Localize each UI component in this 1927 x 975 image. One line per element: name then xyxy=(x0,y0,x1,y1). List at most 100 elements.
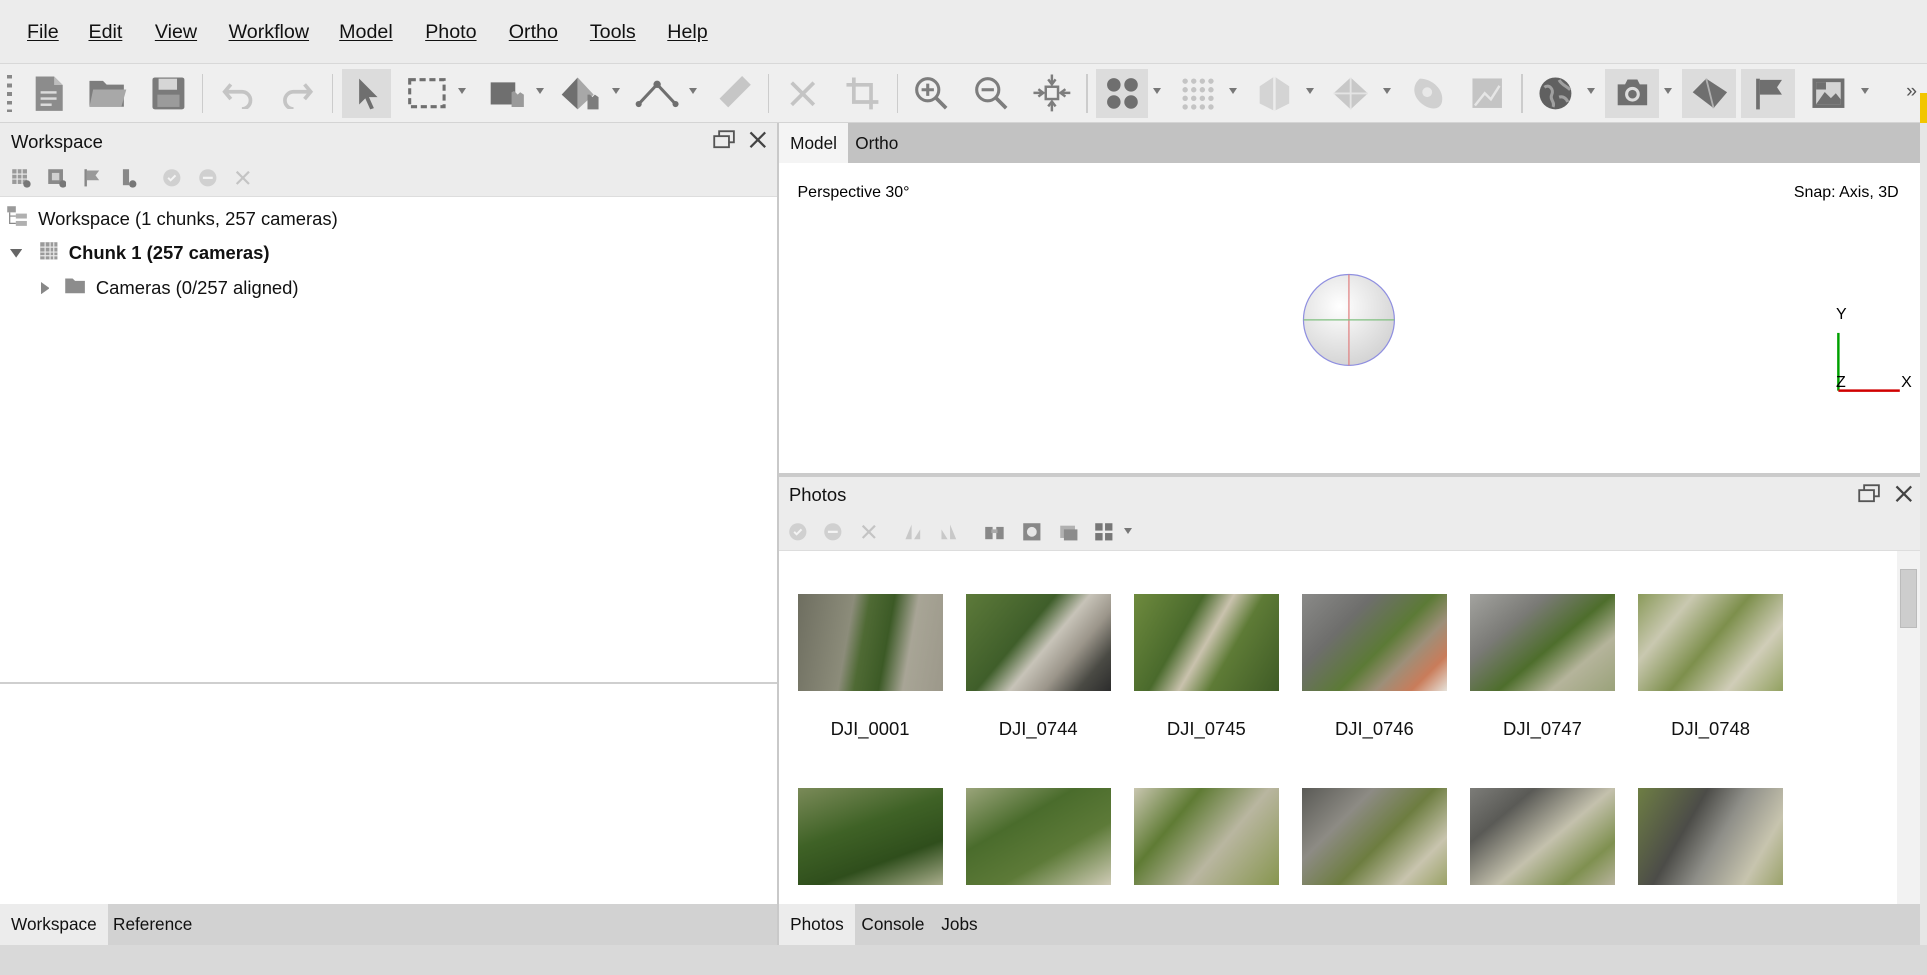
photos-scrollbar[interactable] xyxy=(1897,550,1920,905)
menu-help[interactable]: Help xyxy=(667,21,707,44)
add-scalebar-icon[interactable] xyxy=(118,168,138,188)
tab-ortho[interactable]: Ortho xyxy=(844,123,909,164)
undo-icon[interactable] xyxy=(214,69,263,118)
tree-row-workspace[interactable]: Workspace (1 chunks, 257 cameras) xyxy=(6,205,338,232)
main-toolbar: » xyxy=(0,63,1927,123)
show-markers-icon[interactable] xyxy=(1741,68,1796,118)
paint-selection-icon[interactable] xyxy=(483,69,532,118)
tab-model[interactable]: Model xyxy=(779,122,849,164)
menu-view[interactable]: View xyxy=(155,21,197,44)
photo-thumbnail[interactable] xyxy=(1301,593,1447,691)
photo-thumbnail[interactable] xyxy=(1301,787,1447,885)
select-pointer-icon[interactable] xyxy=(341,68,391,118)
crop-icon[interactable] xyxy=(838,69,887,118)
undock-icon[interactable] xyxy=(713,129,735,151)
photos-toolbar xyxy=(779,513,1920,551)
tab-photos[interactable]: Photos xyxy=(779,904,855,946)
photos-title: Photos xyxy=(788,484,847,506)
close-icon[interactable] xyxy=(1893,483,1915,505)
menu-tools[interactable]: Tools xyxy=(590,21,636,44)
disable-icon[interactable] xyxy=(823,522,843,542)
menu-edit[interactable]: Edit xyxy=(88,21,122,44)
add-chunk-icon[interactable] xyxy=(11,168,31,188)
menu-photo[interactable]: Photo xyxy=(425,21,476,44)
photo-thumbnail[interactable] xyxy=(1638,593,1784,691)
photo-thumbnail[interactable] xyxy=(1133,593,1279,691)
photo-thumbnail[interactable] xyxy=(1469,787,1615,885)
tree-label-chunk: Chunk 1 (257 cameras) xyxy=(68,242,270,264)
view-mode-dropdown-icon[interactable] xyxy=(1124,528,1133,535)
remove-icon[interactable] xyxy=(859,522,879,542)
show-shapes-icon[interactable] xyxy=(1682,68,1737,118)
save-icon[interactable] xyxy=(144,69,193,118)
redo-icon[interactable] xyxy=(273,69,322,118)
trackball[interactable] xyxy=(1301,272,1397,368)
toolbar-grip[interactable] xyxy=(7,74,13,112)
layers-icon[interactable] xyxy=(1059,522,1079,542)
undock-icon[interactable] xyxy=(1858,483,1880,505)
axis-y-label: Y xyxy=(1835,305,1847,323)
show-mesh-icon[interactable] xyxy=(1326,69,1375,118)
model-viewport[interactable]: Perspective 30° Snap: Axis, 3D Y X Z xyxy=(779,163,1920,474)
enable-icon[interactable] xyxy=(162,168,182,188)
delete-icon[interactable] xyxy=(778,69,827,118)
filter-photos-icon[interactable] xyxy=(984,522,1004,542)
zoom-in-icon[interactable] xyxy=(907,69,956,118)
show-points-icon[interactable] xyxy=(1172,69,1221,118)
photo-label: DJI_0745 xyxy=(1166,717,1246,739)
enable-icon[interactable] xyxy=(788,522,808,542)
tab-reference[interactable]: Reference xyxy=(102,904,203,945)
folder-icon xyxy=(64,276,86,299)
show-image-icon[interactable] xyxy=(1804,69,1853,118)
open-folder-icon[interactable] xyxy=(84,69,133,118)
disable-icon[interactable] xyxy=(198,168,218,188)
menu-model[interactable]: Model xyxy=(339,21,393,44)
close-icon[interactable] xyxy=(747,129,769,151)
photo-thumbnail[interactable] xyxy=(797,593,943,691)
rotate-right-icon[interactable] xyxy=(903,522,923,542)
show-dem-icon[interactable] xyxy=(1531,69,1580,118)
expand-arrow-icon[interactable] xyxy=(40,277,50,299)
tab-workspace[interactable]: Workspace xyxy=(0,904,108,946)
rectangle-selection-icon[interactable] xyxy=(402,69,451,118)
add-photos-icon[interactable] xyxy=(47,168,67,188)
photo-thumbnail[interactable] xyxy=(1469,593,1615,691)
scrollbar-thumb[interactable] xyxy=(1899,568,1918,628)
remove-icon[interactable] xyxy=(233,168,253,188)
photo-label: DJI_0747 xyxy=(1503,717,1582,739)
tree-row-cameras[interactable]: Cameras (0/257 aligned) xyxy=(40,276,299,299)
toolbar-overflow-icon[interactable]: » xyxy=(1906,80,1917,103)
menu-file[interactable]: File xyxy=(27,21,59,44)
menu-ortho[interactable]: Ortho xyxy=(509,21,558,44)
zoom-out-icon[interactable] xyxy=(967,69,1016,118)
photo-label: DJI_0001 xyxy=(830,717,910,739)
tree-row-chunk[interactable]: Chunk 1 (257 cameras) xyxy=(9,241,270,266)
photo-thumbnail[interactable] xyxy=(965,593,1111,691)
tab-console[interactable]: Console xyxy=(850,904,935,945)
photo-thumbnail[interactable] xyxy=(1638,787,1784,885)
status-bar xyxy=(0,945,1927,975)
mask-icon[interactable] xyxy=(1022,522,1042,542)
show-texture-icon[interactable] xyxy=(1403,69,1452,118)
measure-tool-icon[interactable] xyxy=(709,69,758,118)
photo-thumbnail[interactable] xyxy=(797,787,943,885)
reset-view-icon[interactable] xyxy=(1027,69,1076,118)
show-camera-icon[interactable] xyxy=(1604,68,1659,118)
show-dense-cloud-icon[interactable] xyxy=(1250,69,1299,118)
show-cameras-icon[interactable] xyxy=(1096,68,1148,118)
view-mode-icon[interactable] xyxy=(1094,522,1114,542)
free-form-selection-icon[interactable] xyxy=(555,69,604,118)
rotate-left-icon[interactable] xyxy=(939,522,959,542)
photo-label: DJI_0746 xyxy=(1334,717,1414,739)
tab-jobs[interactable]: Jobs xyxy=(930,904,988,945)
menu-workflow[interactable]: Workflow xyxy=(229,21,309,44)
photos-header: Photos xyxy=(779,476,1920,514)
collapse-arrow-icon[interactable] xyxy=(9,242,23,264)
ruler-tool-icon[interactable] xyxy=(633,69,682,118)
photo-thumbnail[interactable] xyxy=(1133,787,1279,885)
show-tiled-model-icon[interactable] xyxy=(1462,69,1511,118)
model-tab-bar: Model Ortho xyxy=(779,122,1920,164)
add-marker-icon[interactable] xyxy=(82,168,102,188)
new-file-icon[interactable] xyxy=(25,69,74,118)
photo-thumbnail[interactable] xyxy=(965,787,1111,885)
